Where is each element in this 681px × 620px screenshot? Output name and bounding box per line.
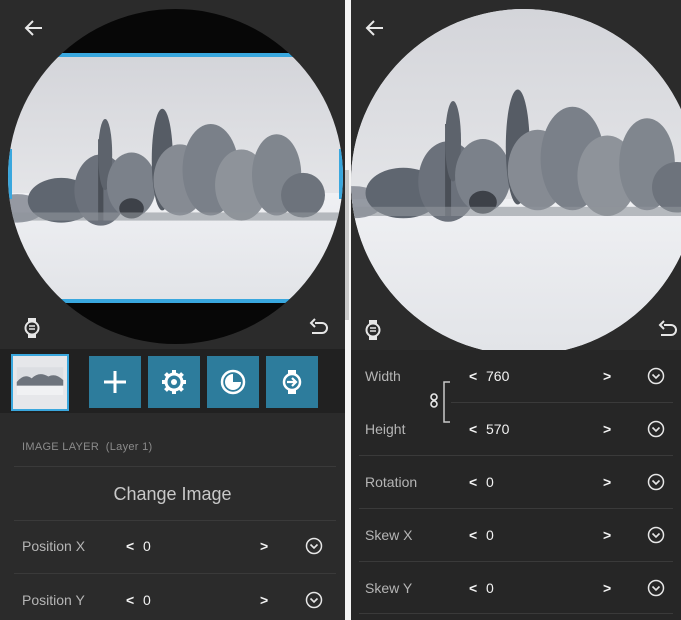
watch-face-preview[interactable] xyxy=(8,9,343,344)
layer-image[interactable] xyxy=(8,53,343,303)
rotation-dropdown-icon[interactable] xyxy=(647,473,665,491)
divider xyxy=(451,402,673,403)
position-x-dropdown-icon[interactable] xyxy=(305,537,323,555)
divider xyxy=(359,561,673,562)
divider xyxy=(359,455,673,456)
layer-editor-panel: IMAGE LAYER (Layer 1) Change Image Posit… xyxy=(0,0,345,620)
undo-icon[interactable] xyxy=(655,318,679,342)
width-increment[interactable]: > xyxy=(603,368,611,384)
position-y-dropdown-icon[interactable] xyxy=(305,591,323,609)
skew-x-dropdown-icon[interactable] xyxy=(647,526,665,544)
position-x-decrement[interactable]: < xyxy=(126,538,134,554)
transform-panel: Width < 760 > Height < 570 > Rotation < … xyxy=(351,0,681,620)
height-decrement[interactable]: < xyxy=(469,421,477,437)
layer-title: IMAGE LAYER (Layer 1) xyxy=(22,441,153,453)
settings-button[interactable] xyxy=(148,356,200,408)
layer-toolbar xyxy=(0,349,345,413)
rotation-value[interactable]: 0 xyxy=(486,474,494,490)
display-mode-button[interactable] xyxy=(207,356,259,408)
back-arrow-icon[interactable] xyxy=(363,16,387,40)
layer-thumbnail[interactable] xyxy=(11,354,69,411)
contrast-icon xyxy=(220,369,246,395)
layer-image[interactable] xyxy=(351,9,681,355)
skew-x-value[interactable]: 0 xyxy=(486,527,494,543)
watch-face-preview[interactable] xyxy=(351,9,681,355)
change-image-button[interactable]: Change Image xyxy=(0,484,345,505)
skew-x-decrement[interactable]: < xyxy=(469,527,477,543)
watch-icon[interactable] xyxy=(361,318,385,342)
winter-trees-image xyxy=(351,9,681,222)
winter-trees-image xyxy=(8,57,343,226)
position-y-value[interactable]: 0 xyxy=(143,592,151,608)
height-label: Height xyxy=(365,421,406,437)
skew-x-increment[interactable]: > xyxy=(603,527,611,543)
selection-handle-right[interactable] xyxy=(339,149,343,199)
width-dropdown-icon[interactable] xyxy=(647,367,665,385)
back-arrow-icon[interactable] xyxy=(22,16,46,40)
skew-y-decrement[interactable]: < xyxy=(469,580,477,596)
divider xyxy=(359,508,673,509)
width-label: Width xyxy=(365,368,401,384)
position-x-increment[interactable]: > xyxy=(260,538,268,554)
rotation-label: Rotation xyxy=(365,474,418,490)
gear-icon xyxy=(162,370,186,394)
skew-y-label: Skew Y xyxy=(365,580,413,596)
divider xyxy=(359,613,673,614)
scrollbar[interactable] xyxy=(345,170,349,320)
rotation-decrement[interactable]: < xyxy=(469,474,477,490)
position-x-label: Position X xyxy=(22,538,86,554)
divider xyxy=(14,466,336,467)
position-x-value[interactable]: 0 xyxy=(143,538,151,554)
width-decrement[interactable]: < xyxy=(469,368,477,384)
watch-icon[interactable] xyxy=(20,316,44,340)
watch-import-icon xyxy=(282,370,302,394)
watch-import-button[interactable] xyxy=(266,356,318,408)
skew-y-increment[interactable]: > xyxy=(603,580,611,596)
skew-y-dropdown-icon[interactable] xyxy=(647,579,665,597)
plus-icon xyxy=(104,371,126,393)
height-dropdown-icon[interactable] xyxy=(647,420,665,438)
height-value[interactable]: 570 xyxy=(486,421,509,437)
position-y-increment[interactable]: > xyxy=(260,592,268,608)
width-value[interactable]: 760 xyxy=(486,368,509,384)
divider xyxy=(14,520,336,521)
skew-x-label: Skew X xyxy=(365,527,413,543)
rotation-increment[interactable]: > xyxy=(603,474,611,490)
position-y-decrement[interactable]: < xyxy=(126,592,134,608)
undo-icon[interactable] xyxy=(306,316,330,340)
position-y-label: Position Y xyxy=(22,592,85,608)
skew-y-value[interactable]: 0 xyxy=(486,580,494,596)
divider xyxy=(14,573,336,574)
height-increment[interactable]: > xyxy=(603,421,611,437)
selection-handle-left[interactable] xyxy=(8,149,12,199)
add-layer-button[interactable] xyxy=(89,356,141,408)
